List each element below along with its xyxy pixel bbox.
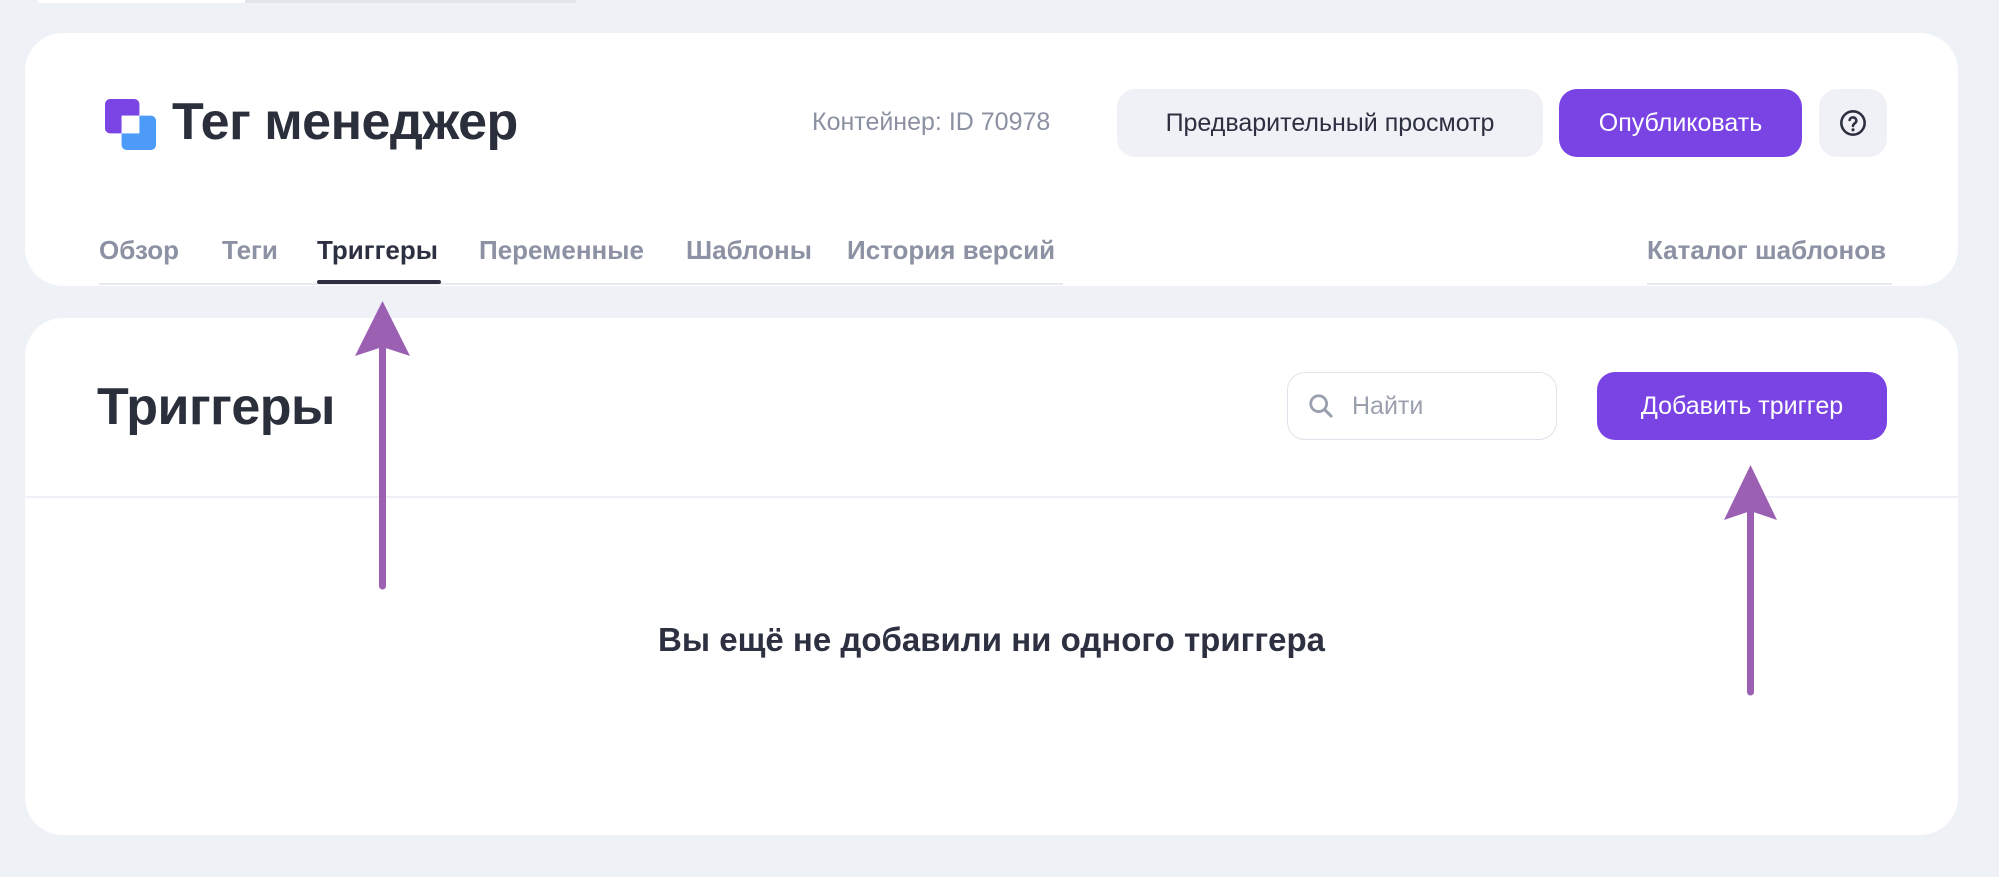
search-icon <box>1307 392 1335 420</box>
catalog-link-underline <box>1647 283 1892 285</box>
tab-templates[interactable]: Шаблоны <box>686 233 812 267</box>
tab-bar-divider <box>99 283 1063 285</box>
empty-state-message: Вы ещё не добавили ни одного триггера <box>658 621 1325 658</box>
container-id-label: Контейнер: ID 70978 <box>812 108 1051 136</box>
add-trigger-button[interactable]: Добавить триггер <box>1597 372 1887 440</box>
publish-button[interactable]: Опубликовать <box>1559 89 1802 157</box>
app-title: Тег менеджер <box>172 93 518 151</box>
tab-version-history[interactable]: История версий <box>847 233 1055 267</box>
tab-variables[interactable]: Переменные <box>479 233 644 267</box>
preview-button[interactable]: Предварительный просмотр <box>1117 89 1543 157</box>
logo-icon[interactable] <box>105 99 156 150</box>
header-card: Тег менеджер Контейнер: ID 70978 Предвар… <box>25 33 1958 286</box>
triggers-panel: Триггеры Добавить триггер Вы ещё не доба… <box>25 318 1958 835</box>
partial-top-element <box>38 0 245 3</box>
search-field[interactable] <box>1287 372 1557 440</box>
panel-divider <box>25 496 1958 498</box>
partial-top-element-edge <box>245 0 576 3</box>
help-circle-icon <box>1839 109 1867 137</box>
page-title: Триггеры <box>97 378 335 436</box>
template-catalog-link[interactable]: Каталог шаблонов <box>1647 233 1886 267</box>
search-input[interactable] <box>1352 373 1546 439</box>
tab-triggers[interactable]: Триггеры <box>317 233 438 267</box>
tab-overview[interactable]: Обзор <box>99 233 179 267</box>
help-button[interactable] <box>1819 89 1887 157</box>
active-tab-indicator <box>317 280 441 284</box>
tab-tags[interactable]: Теги <box>222 233 278 267</box>
